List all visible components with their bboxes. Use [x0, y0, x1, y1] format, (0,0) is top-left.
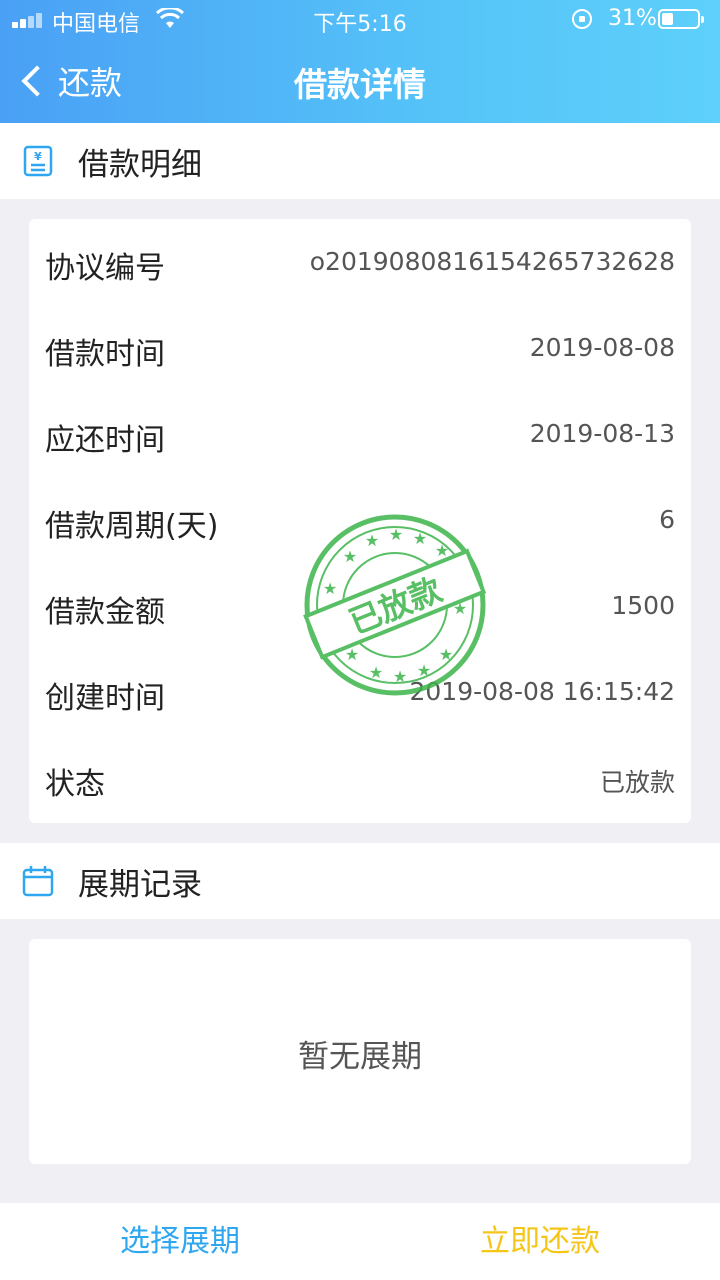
row-label: 状态	[45, 767, 105, 802]
app-header: 中国电信 下午5:16 31% 还款 借款详情	[0, 0, 720, 123]
list-item: 状态 已放款	[29, 735, 691, 821]
loan-detail-header: ¥ 借款明细	[0, 123, 720, 199]
row-label: 借款时间	[45, 337, 165, 372]
status-bar: 中国电信 下午5:16 31%	[0, 0, 720, 40]
svg-text:¥: ¥	[34, 150, 42, 163]
battery-percent: 31%	[608, 6, 657, 31]
list-item: 借款金额 1500	[29, 563, 691, 649]
loan-amount: 1500	[611, 591, 675, 620]
extension-record-title: 展期记录	[78, 866, 202, 903]
list-item: 借款时间 2019-08-08	[29, 305, 691, 391]
bill-icon: ¥	[23, 145, 53, 177]
agreement-number: o2019080816154265732628	[309, 247, 675, 276]
repay-now-button[interactable]: 立即还款	[360, 1203, 720, 1280]
loan-period: 6	[659, 505, 675, 534]
loan-detail-title: 借款明细	[78, 146, 202, 183]
status-value: 已放款	[599, 768, 675, 797]
battery-icon	[658, 9, 704, 29]
list-item: 应还时间 2019-08-13	[29, 391, 691, 477]
row-label: 借款金额	[45, 595, 165, 630]
rotation-lock-icon	[572, 9, 592, 29]
calendar-icon	[22, 866, 54, 897]
due-date: 2019-08-13	[529, 419, 675, 448]
list-item: 创建时间 2019-08-08 16:15:42	[29, 649, 691, 735]
row-label: 创建时间	[45, 681, 165, 716]
page-title: 借款详情	[294, 65, 426, 104]
list-item: 借款周期(天) 6	[29, 477, 691, 563]
created-time: 2019-08-08 16:15:42	[409, 677, 675, 706]
extension-record-card: 暂无展期	[29, 939, 691, 1164]
loan-detail-card: 协议编号 o2019080816154265732628 借款时间 2019-0…	[29, 219, 691, 823]
row-label: 协议编号	[45, 251, 165, 286]
empty-state-text: 暂无展期	[298, 1039, 422, 1075]
row-label: 应还时间	[45, 423, 165, 458]
row-label: 借款周期(天)	[45, 509, 219, 544]
list-item: 协议编号 o2019080816154265732628	[29, 219, 691, 305]
select-extension-button[interactable]: 选择展期	[0, 1203, 360, 1280]
loan-date: 2019-08-08	[529, 333, 675, 362]
bottom-action-bar: 选择展期 立即还款	[0, 1203, 720, 1280]
extension-record-header: 展期记录	[0, 843, 720, 919]
